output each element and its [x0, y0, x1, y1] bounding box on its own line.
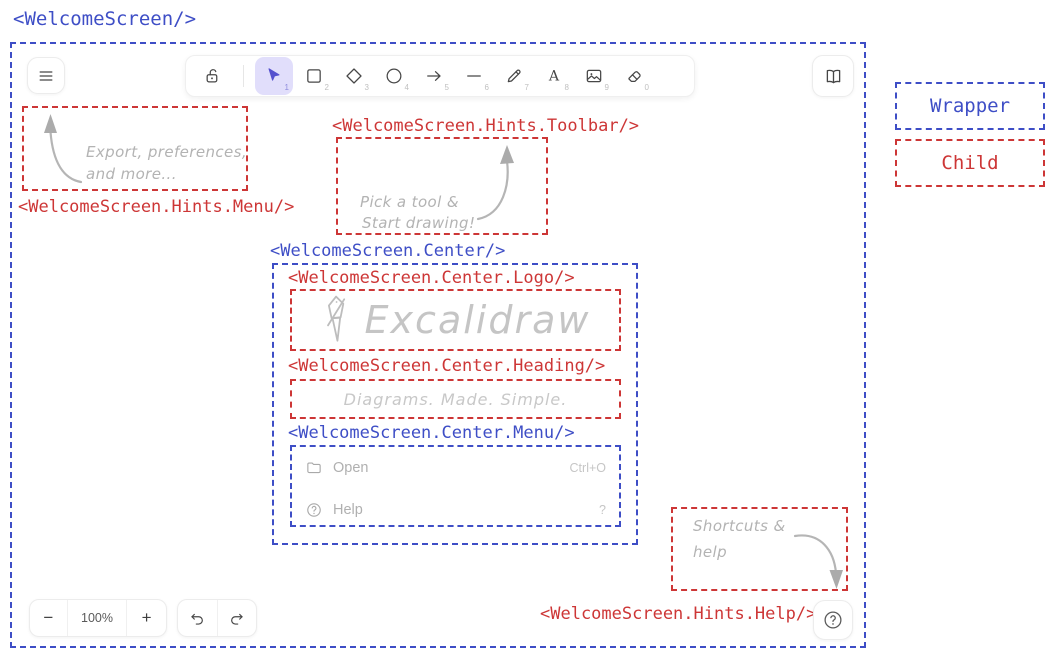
tool-image-button[interactable]: 9 — [575, 57, 613, 95]
hamburger-icon — [36, 66, 56, 86]
eraser-icon — [624, 66, 644, 86]
tool-shortcut-number: 0 — [645, 84, 649, 92]
legend-child-label: Child — [941, 152, 998, 174]
menu-item-help[interactable]: Help ? — [305, 497, 606, 523]
center-label: <WelcomeScreen.Center/> — [270, 242, 505, 261]
library-button[interactable] — [812, 55, 854, 97]
history-controls — [177, 599, 257, 637]
center-logo: Excalidraw — [290, 289, 621, 351]
svg-text:A: A — [548, 69, 560, 85]
hint-menu-text-line2: and more... — [86, 164, 177, 186]
tool-rectangle-button[interactable]: 2 — [295, 57, 333, 95]
tool-shortcut-number: 9 — [605, 84, 609, 92]
menu-item-open[interactable]: Open Ctrl+O — [305, 455, 606, 481]
help-circle-icon — [822, 609, 844, 631]
tool-shortcut-number: 1 — [285, 84, 289, 92]
toolbar: 1 2 3 4 5 — [185, 55, 695, 97]
zoom-controls: − 100% + — [29, 599, 167, 637]
selection-cursor-icon — [264, 66, 284, 86]
main-menu-button[interactable] — [27, 57, 65, 94]
menu-item-help-shortcut: ? — [599, 503, 606, 517]
question-circle-icon — [305, 501, 323, 519]
menu-item-open-label: Open — [333, 460, 368, 476]
open-book-icon — [823, 66, 844, 87]
welcome-screen-wrapper: 1 2 3 4 5 — [10, 42, 866, 648]
tool-line-button[interactable]: 6 — [455, 57, 493, 95]
tool-shortcut-number: 2 — [325, 84, 329, 92]
pencil-icon — [504, 66, 524, 86]
hint-help-text-line1: Shortcuts & — [693, 516, 786, 538]
menu-item-help-label: Help — [333, 502, 363, 518]
root-component-label: <WelcomeScreen/> — [13, 8, 196, 30]
center-heading: Diagrams. Made. Simple. — [290, 379, 621, 419]
toolbar-divider — [243, 65, 244, 87]
legend-child-box: Child — [895, 139, 1045, 187]
center-heading-label: <WelcomeScreen.Center.Heading/> — [288, 357, 605, 376]
tool-text-button[interactable]: A 8 — [535, 57, 573, 95]
line-icon — [464, 66, 484, 86]
hint-help-label: <WelcomeScreen.Hints.Help/> — [540, 605, 806, 624]
legend-wrapper-label: Wrapper — [930, 95, 1010, 117]
tool-selection-button[interactable]: 1 — [255, 57, 293, 95]
center-menu-label: <WelcomeScreen.Center.Menu/> — [288, 424, 575, 443]
folder-icon — [305, 459, 323, 477]
tool-shortcut-number: 8 — [565, 84, 569, 92]
menu-item-open-shortcut: Ctrl+O — [570, 461, 606, 475]
arrow-icon — [424, 66, 444, 86]
zoom-in-button[interactable]: + — [126, 600, 166, 636]
hint-help-annotation-box: Shortcuts & help — [671, 507, 848, 591]
tool-shortcut-number: 7 — [525, 84, 529, 92]
tool-eraser-button[interactable]: 0 — [615, 57, 653, 95]
ellipse-icon — [384, 66, 404, 86]
lock-tool-button[interactable] — [194, 57, 232, 95]
hint-menu-text-line1: Export, preferences, — [86, 142, 247, 164]
unlocked-padlock-icon — [203, 66, 223, 86]
welcome-center: <WelcomeScreen.Center.Logo/> Excalidraw … — [272, 263, 638, 545]
tool-shortcut-number: 3 — [365, 84, 369, 92]
tool-draw-button[interactable]: 7 — [495, 57, 533, 95]
zoom-level[interactable]: 100% — [67, 600, 127, 636]
zoom-out-button[interactable]: − — [30, 600, 67, 636]
undo-icon — [188, 609, 207, 628]
hint-menu-label: <WelcomeScreen.Hints.Menu/> — [18, 198, 294, 217]
hint-toolbar-text-line1: Pick a tool & — [360, 192, 459, 214]
legend-wrapper-box: Wrapper — [895, 82, 1045, 130]
hint-toolbar-label: <WelcomeScreen.Hints.Toolbar/> — [332, 117, 639, 136]
image-icon — [584, 66, 604, 86]
tool-shortcut-number: 6 — [485, 84, 489, 92]
tool-arrow-button[interactable]: 5 — [415, 57, 453, 95]
tool-diamond-button[interactable]: 3 — [335, 57, 373, 95]
hint-menu-annotation-box: Export, preferences, and more... — [22, 106, 248, 191]
hint-help-text-line2: help — [693, 542, 727, 564]
tool-shortcut-number: 4 — [405, 84, 409, 92]
redo-icon — [227, 609, 246, 628]
rectangle-icon — [304, 66, 324, 86]
logo-wordmark: Excalidraw — [365, 298, 591, 342]
center-logo-label: <WelcomeScreen.Center.Logo/> — [288, 269, 575, 288]
hint-toolbar-annotation-box: Pick a tool & Start drawing! — [336, 137, 548, 235]
redo-button[interactable] — [217, 600, 256, 636]
hint-toolbar-text-line2: Start drawing! — [362, 213, 475, 235]
help-button[interactable] — [813, 600, 853, 640]
center-menu: Open Ctrl+O Help ? — [290, 445, 621, 527]
diamond-icon — [344, 66, 364, 86]
undo-button[interactable] — [178, 600, 217, 636]
text-icon: A — [544, 66, 564, 86]
excalidraw-logo-icon — [321, 293, 353, 347]
heading-text: Diagrams. Made. Simple. — [344, 390, 568, 409]
tool-shortcut-number: 5 — [445, 84, 449, 92]
tool-ellipse-button[interactable]: 4 — [375, 57, 413, 95]
